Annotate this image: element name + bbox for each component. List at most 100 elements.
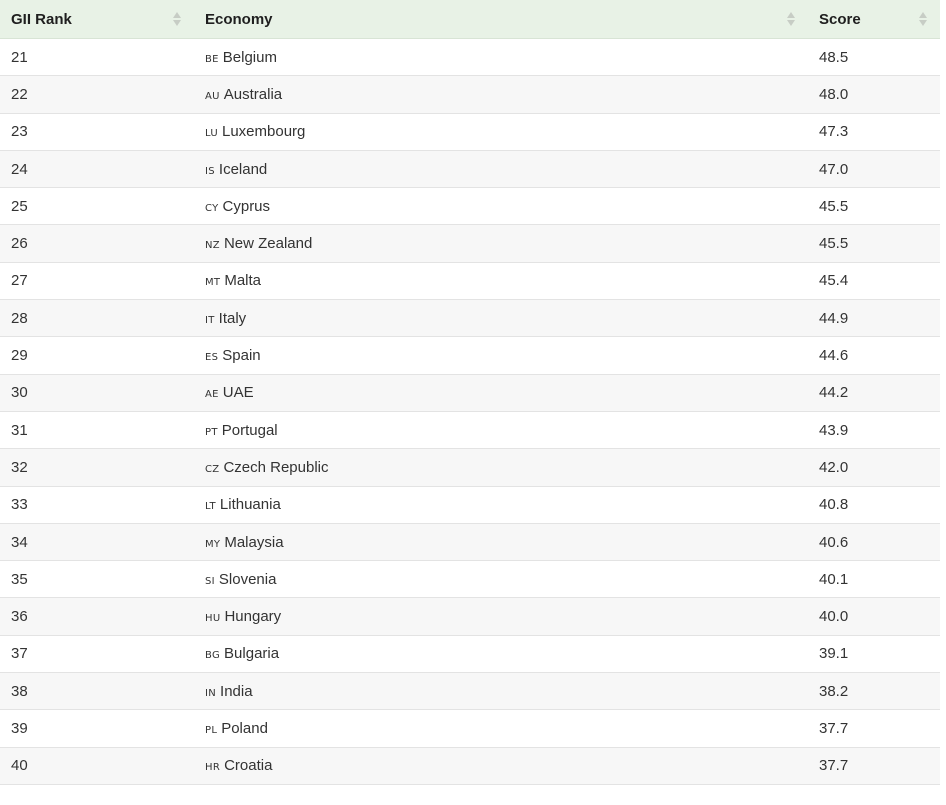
score-cell: 48.0 xyxy=(808,75,940,114)
table-row: 25 CY Cyprus 45.5 xyxy=(0,187,940,226)
rank-cell: 23 xyxy=(0,113,194,151)
economy-name: Lithuania xyxy=(219,496,281,514)
table-row: 39 PL Poland 37.7 xyxy=(0,709,940,748)
economy-cell: LT Lithuania xyxy=(194,486,808,524)
rank-cell: 34 xyxy=(0,523,194,562)
rank-cell: 37 xyxy=(0,635,194,674)
table-row: 40 HR Croatia 37.7 xyxy=(0,747,940,785)
economy-name: Croatia xyxy=(224,757,273,775)
rank-cell: 33 xyxy=(0,486,194,524)
score-cell: 44.2 xyxy=(808,374,940,412)
economy-name: Poland xyxy=(221,719,268,737)
table-row: 29 ES Spain 44.6 xyxy=(0,336,940,375)
economy-cell: IN India xyxy=(194,672,808,711)
column-header-economy-label: Economy xyxy=(205,10,273,28)
score-cell: 37.7 xyxy=(808,709,940,748)
country-code: MT xyxy=(205,277,221,289)
economy-name: Malta xyxy=(224,272,262,290)
rank-cell: 22 xyxy=(0,75,194,114)
table-row: 34 MY Malaysia 40.6 xyxy=(0,523,940,562)
economy-cell: IS Iceland xyxy=(194,150,808,189)
table-header-row: GII Rank Economy Score xyxy=(0,0,940,39)
score-cell: 40.8 xyxy=(808,486,940,524)
sort-icon[interactable] xyxy=(786,8,796,30)
country-code: PL xyxy=(205,724,218,736)
economy-cell: BE Belgium xyxy=(194,38,808,77)
table-row: 24 IS Iceland 47.0 xyxy=(0,150,940,189)
economy-name: UAE xyxy=(222,384,254,402)
economy-name: Italy xyxy=(218,309,247,327)
score-cell: 45.4 xyxy=(808,262,940,301)
rank-cell: 30 xyxy=(0,374,194,412)
score-cell: 43.9 xyxy=(808,411,940,450)
rank-cell: 21 xyxy=(0,38,194,77)
column-header-rank[interactable]: GII Rank xyxy=(0,0,194,39)
rank-cell: 35 xyxy=(0,560,194,599)
table-row: 26 NZ New Zealand 45.5 xyxy=(0,224,940,263)
table-row: 31 PT Portugal 43.9 xyxy=(0,411,940,450)
economy-cell: AU Australia xyxy=(194,75,808,114)
economy-name: Hungary xyxy=(224,608,282,626)
country-code: SI xyxy=(205,575,215,587)
table-row: 38 IN India 38.2 xyxy=(0,672,940,711)
table-row: 21 BE Belgium 48.5 xyxy=(0,38,940,77)
table-row: 32 CZ Czech Republic 42.0 xyxy=(0,448,940,487)
economy-name: Malaysia xyxy=(224,533,284,551)
economy-name: Portugal xyxy=(221,421,278,439)
economy-cell: PL Poland xyxy=(194,709,808,748)
country-code: ES xyxy=(205,352,219,364)
column-header-score[interactable]: Score xyxy=(808,0,940,39)
economy-cell: ES Spain xyxy=(194,336,808,375)
score-cell: 48.5 xyxy=(808,38,940,77)
score-cell: 44.6 xyxy=(808,336,940,375)
table-body: 21 BE Belgium 48.5 22 AU Australia 48.0 23 LU Luxe… xyxy=(0,38,940,785)
rank-cell: 25 xyxy=(0,187,194,226)
sort-icon[interactable] xyxy=(172,8,182,30)
economy-name: Slovenia xyxy=(218,570,277,588)
rank-cell: 26 xyxy=(0,224,194,263)
economy-cell: CY Cyprus xyxy=(194,187,808,226)
rank-cell: 28 xyxy=(0,299,194,338)
economy-cell: AE UAE xyxy=(194,374,808,412)
country-code: HR xyxy=(205,762,221,774)
rank-cell: 29 xyxy=(0,336,194,375)
score-cell: 45.5 xyxy=(808,187,940,226)
column-header-rank-label: GII Rank xyxy=(11,10,72,28)
economy-name: Spain xyxy=(222,347,261,365)
economy-cell: BG Bulgaria xyxy=(194,635,808,674)
economy-name: Iceland xyxy=(218,160,268,178)
rank-cell: 39 xyxy=(0,709,194,748)
economy-name: India xyxy=(220,682,253,700)
rank-cell: 32 xyxy=(0,448,194,487)
rank-cell: 27 xyxy=(0,262,194,301)
table-row: 33 LT Lithuania 40.8 xyxy=(0,486,940,524)
country-code: AE xyxy=(205,389,219,401)
table-row: 23 LU Luxembourg 47.3 xyxy=(0,113,940,151)
score-cell: 37.7 xyxy=(808,747,940,785)
rank-cell: 38 xyxy=(0,672,194,711)
rank-cell: 24 xyxy=(0,150,194,189)
sort-icon[interactable] xyxy=(918,8,928,30)
country-code: BG xyxy=(205,650,221,662)
country-code: MY xyxy=(205,538,221,550)
column-header-economy[interactable]: Economy xyxy=(194,0,808,39)
rank-cell: 40 xyxy=(0,747,194,785)
table-row: 35 SI Slovenia 40.1 xyxy=(0,560,940,599)
score-cell: 45.5 xyxy=(808,224,940,263)
economy-cell: SI Slovenia xyxy=(194,560,808,599)
score-cell: 47.0 xyxy=(808,150,940,189)
country-code: IS xyxy=(205,165,215,177)
economy-name: New Zealand xyxy=(223,235,313,253)
country-code: LT xyxy=(205,501,216,513)
economy-cell: MT Malta xyxy=(194,262,808,301)
score-cell: 38.2 xyxy=(808,672,940,711)
country-code: HU xyxy=(205,613,221,625)
economy-name: Luxembourg xyxy=(222,123,306,141)
rank-cell: 36 xyxy=(0,597,194,636)
country-code: LU xyxy=(205,128,218,140)
country-code: NZ xyxy=(205,240,220,252)
economy-cell: NZ New Zealand xyxy=(194,224,808,263)
country-code: IT xyxy=(205,314,215,326)
country-code: CY xyxy=(205,202,219,214)
country-code: BE xyxy=(205,53,219,65)
